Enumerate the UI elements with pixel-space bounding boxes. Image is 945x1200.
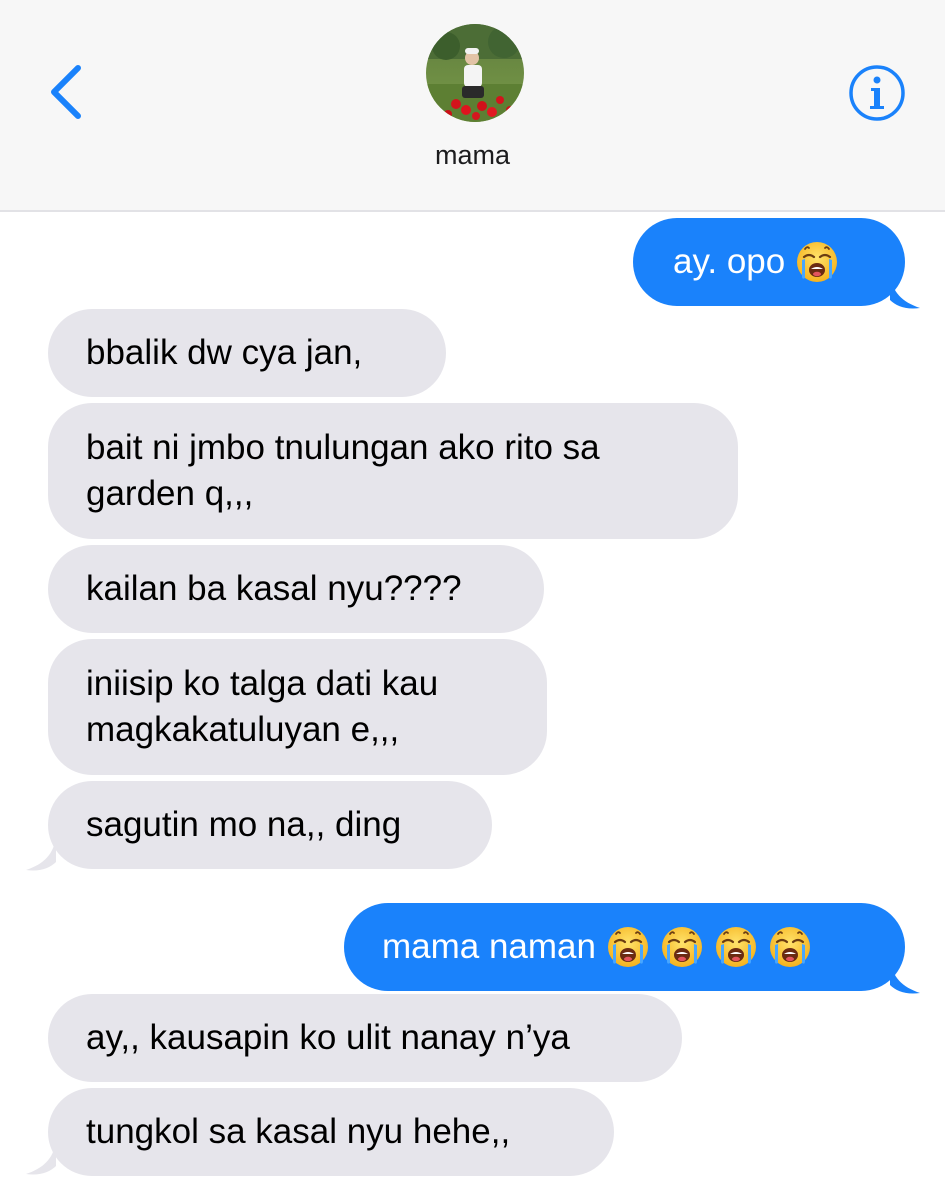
chevron-left-icon [51, 65, 81, 119]
message-bubble-received[interactable]: bait ni jmbo tnulungan ako rito sa garde… [48, 403, 738, 539]
contact-avatar[interactable] [426, 24, 524, 122]
message-bubble-received[interactable]: bbalik dw cya jan, [48, 309, 446, 397]
avatar-photo [426, 24, 524, 122]
message-thread: ay. opo bbalik dw cya jan, bait ni jmbo … [0, 212, 945, 1200]
message-text: kailan ba kasal nyu???? [86, 569, 462, 608]
message-text: ay,, kausapin ko ulit nanay n’ya [86, 1018, 570, 1057]
conversation-header: mama [0, 0, 945, 212]
message-bubble-received[interactable]: iniisip ko talga dati kau magkakatuluyan… [48, 639, 547, 775]
bubble-tail [890, 959, 920, 994]
loudly-crying-face-icon [606, 925, 650, 969]
message-bubble-received[interactable]: kailan ba kasal nyu???? [48, 545, 544, 633]
message-bubble-sent[interactable]: mama naman [344, 903, 905, 991]
bubble-tail [26, 1140, 56, 1175]
message-bubble-received[interactable]: sagutin mo na,, ding [48, 781, 492, 869]
bubble-tail [890, 274, 920, 309]
message-text: ay. opo [673, 242, 786, 281]
back-button[interactable] [42, 60, 90, 124]
message-bubble-received[interactable]: ay,, kausapin ko ulit nanay n’ya [48, 994, 682, 1082]
loudly-crying-face-icon [660, 925, 704, 969]
message-text: sagutin mo na,, ding [86, 805, 402, 844]
message-bubble-received[interactable]: tungkol sa kasal nyu hehe,, [48, 1088, 614, 1176]
message-text: bbalik dw cya jan, [86, 333, 363, 372]
info-button[interactable] [848, 64, 906, 122]
loudly-crying-face-icon [795, 240, 839, 284]
loudly-crying-face-icon [768, 925, 812, 969]
message-text: iniisip ko talga dati kau magkakatuluyan… [86, 664, 439, 749]
loudly-crying-face-icon [714, 925, 758, 969]
message-text: mama naman [382, 927, 596, 966]
message-text: bait ni jmbo tnulungan ako rito sa garde… [86, 428, 600, 513]
info-icon [849, 65, 905, 121]
message-text: tungkol sa kasal nyu hehe,, [86, 1112, 511, 1151]
bubble-tail [26, 836, 56, 871]
message-bubble-sent[interactable]: ay. opo [633, 218, 905, 306]
contact-name[interactable]: mama [0, 140, 945, 171]
